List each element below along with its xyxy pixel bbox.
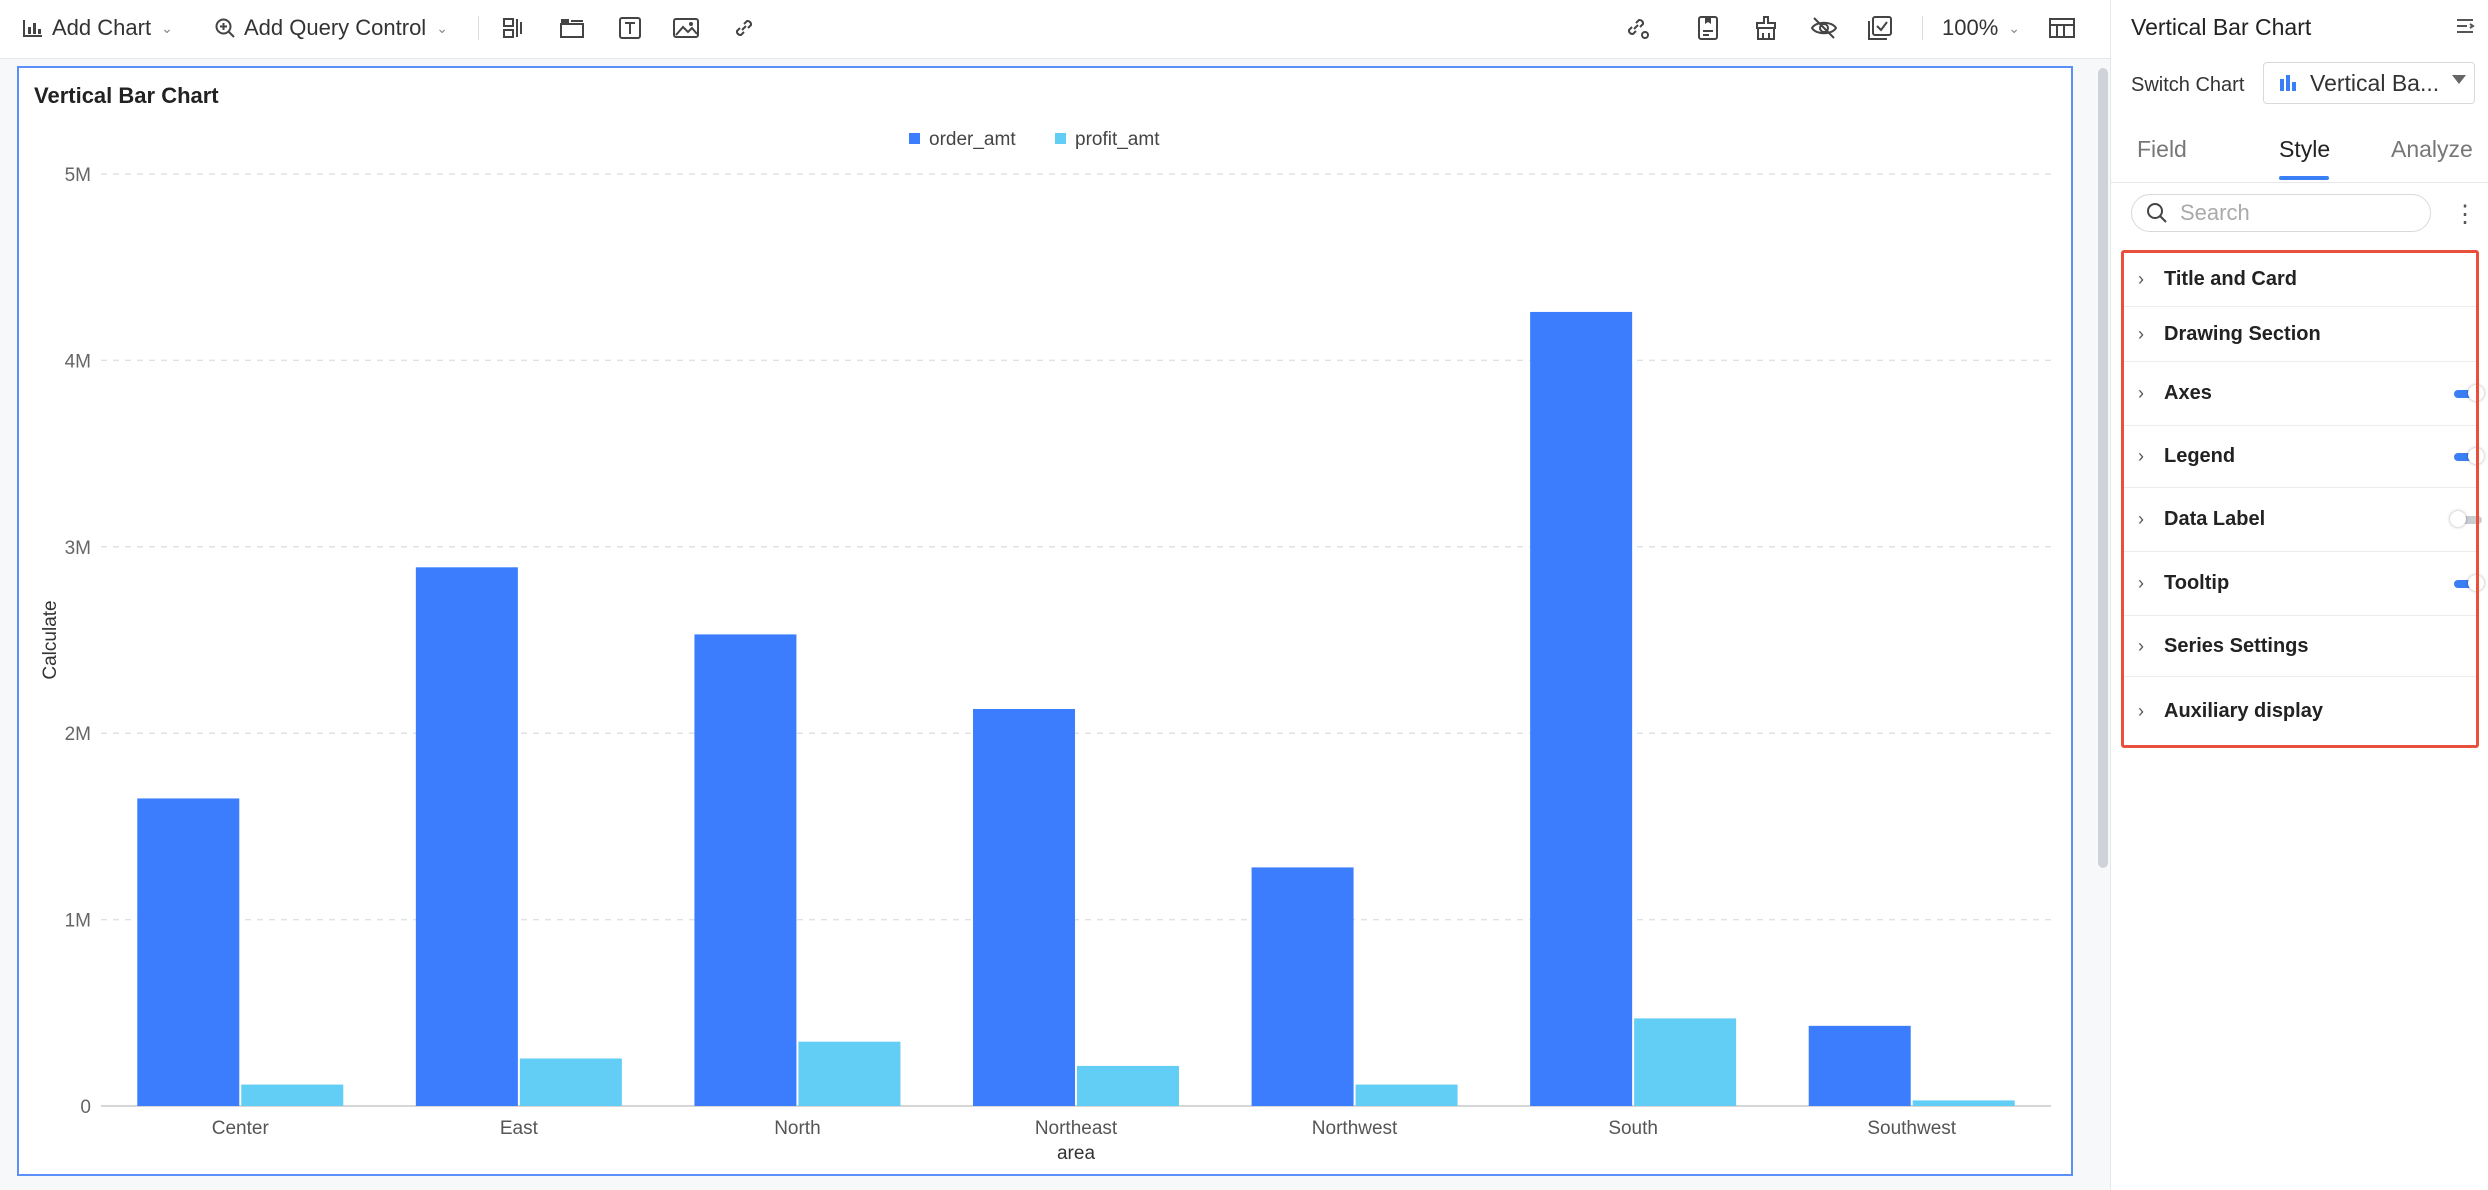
switch-chart-select[interactable]: Vertical Ba... bbox=[2263, 62, 2475, 104]
document-icon bbox=[1698, 16, 1718, 40]
report-button[interactable] bbox=[1690, 10, 1726, 46]
zoom-value: 100% bbox=[1942, 15, 1999, 40]
tab-container-icon bbox=[560, 19, 584, 38]
x-tick-label: Northeast bbox=[1035, 1118, 1118, 1139]
tab-analyze[interactable]: Analyze bbox=[2391, 136, 2473, 163]
bar-profit_amt-northwest bbox=[1355, 1084, 1458, 1106]
switch-chart-label: Switch Chart bbox=[2131, 74, 2245, 96]
zoom-select[interactable]: 100% ⌄ bbox=[1942, 0, 2020, 56]
bar-profit_amt-northeast bbox=[1077, 1065, 1179, 1106]
toolbar-divider bbox=[478, 16, 479, 40]
bar-chart-icon bbox=[2280, 75, 2296, 91]
text-box-button[interactable] bbox=[612, 10, 648, 46]
search-box[interactable] bbox=[2131, 194, 2431, 232]
text-box-icon bbox=[619, 17, 641, 39]
bar-chart: 0 1M 2M 3M 4M 5M Center East North Northeast North… bbox=[40, 129, 2051, 1164]
more-options-icon[interactable]: ⋮ bbox=[2453, 200, 2477, 229]
link-settings-button[interactable] bbox=[1620, 10, 1656, 46]
x-axis-label: area bbox=[1057, 1143, 1095, 1164]
x-tick-label: North bbox=[774, 1118, 820, 1139]
bar-order_amt-east bbox=[415, 567, 518, 1106]
bar-profit_amt-north bbox=[798, 1041, 901, 1106]
layout-columns-button[interactable] bbox=[496, 10, 532, 46]
bar-order_amt-center bbox=[137, 798, 240, 1106]
link-button[interactable] bbox=[726, 10, 762, 46]
bar-order_amt-northeast bbox=[973, 708, 1075, 1106]
add-chart-button[interactable]: Add Chart ⌄ bbox=[22, 0, 173, 56]
panel-title: Vertical Bar Chart bbox=[2131, 14, 2312, 40]
legend-swatch-order_amt bbox=[909, 133, 920, 144]
legend-swatch-profit_amt bbox=[1055, 133, 1066, 144]
top-toolbar: Add Chart ⌄ Add Query Control ⌄ 100% ⌄ bbox=[0, 0, 2110, 59]
bar-profit_amt-center bbox=[241, 1084, 344, 1106]
vertical-scrollbar[interactable] bbox=[2098, 68, 2108, 868]
y-tick-label: 4M bbox=[65, 351, 91, 372]
x-tick-label: South bbox=[1608, 1118, 1658, 1139]
panel-tabs: Field Style Analyze bbox=[2111, 120, 2488, 183]
highlight-box bbox=[2121, 250, 2479, 748]
image-icon bbox=[673, 18, 699, 38]
x-tick-label: Southwest bbox=[1867, 1118, 1956, 1139]
link-settings-icon bbox=[1627, 18, 1649, 39]
caret-down-icon bbox=[2452, 75, 2466, 84]
y-tick-label: 0 bbox=[80, 1097, 91, 1118]
search-input[interactable] bbox=[2178, 199, 2412, 227]
y-tick-label: 2M bbox=[65, 724, 91, 745]
add-query-control-label: Add Query Control bbox=[244, 15, 427, 40]
toolbar-divider bbox=[1922, 16, 1923, 40]
x-tick-label: Northwest bbox=[1312, 1118, 1398, 1139]
layout-icon bbox=[503, 18, 522, 38]
bar-order_amt-southwest bbox=[1808, 1025, 1911, 1106]
bar-order_amt-south bbox=[1530, 311, 1633, 1106]
config-panel: Vertical Bar Chart Switch Chart Vertical… bbox=[2110, 0, 2488, 1190]
table-view-button[interactable] bbox=[2044, 10, 2080, 46]
link-icon bbox=[735, 19, 753, 37]
bar-order_amt-north bbox=[694, 634, 797, 1106]
legend-label-profit_amt: profit_amt bbox=[1075, 129, 1160, 150]
brush-icon bbox=[1756, 16, 1776, 40]
active-tab-indicator bbox=[2279, 176, 2329, 180]
brush-button[interactable] bbox=[1748, 10, 1784, 46]
y-tick-label: 5M bbox=[65, 165, 91, 186]
bar-chart-icon bbox=[23, 20, 42, 37]
checkbox-icon bbox=[1868, 16, 1892, 40]
chevron-down-icon: ⌄ bbox=[161, 19, 173, 36]
zoom-in-icon bbox=[215, 18, 235, 38]
switch-chart-value: Vertical Ba... bbox=[2310, 69, 2440, 96]
tab-field[interactable]: Field bbox=[2137, 136, 2187, 163]
y-axis-label: Calculate bbox=[40, 600, 61, 679]
eye-off-icon bbox=[1810, 17, 1838, 39]
check-button[interactable] bbox=[1862, 10, 1898, 46]
search-icon bbox=[2147, 203, 2167, 223]
tab-style[interactable]: Style bbox=[2279, 136, 2330, 163]
y-tick-label: 3M bbox=[65, 538, 91, 559]
image-button[interactable] bbox=[668, 10, 704, 46]
y-tick-label: 1M bbox=[65, 911, 91, 932]
chevron-down-icon: ⌄ bbox=[2008, 19, 2021, 36]
menu-collapse-icon bbox=[2457, 19, 2475, 33]
add-chart-label: Add Chart bbox=[52, 15, 152, 40]
legend-label-order_amt: order_amt bbox=[929, 129, 1016, 150]
table-icon bbox=[2049, 18, 2075, 38]
bar-order_amt-northwest bbox=[1251, 867, 1354, 1106]
bar-profit_amt-east bbox=[519, 1058, 622, 1106]
collapse-panel-button[interactable] bbox=[2455, 16, 2475, 41]
bar-profit_amt-southwest bbox=[1912, 1100, 2015, 1106]
x-tick-label: Center bbox=[212, 1118, 270, 1139]
hide-button[interactable] bbox=[1806, 10, 1842, 46]
chevron-down-icon: ⌄ bbox=[436, 19, 448, 36]
add-query-control-button[interactable]: Add Query Control ⌄ bbox=[214, 0, 448, 56]
x-tick-label: East bbox=[500, 1118, 539, 1139]
tab-container-button[interactable] bbox=[554, 10, 590, 46]
bar-profit_amt-south bbox=[1634, 1018, 1737, 1106]
